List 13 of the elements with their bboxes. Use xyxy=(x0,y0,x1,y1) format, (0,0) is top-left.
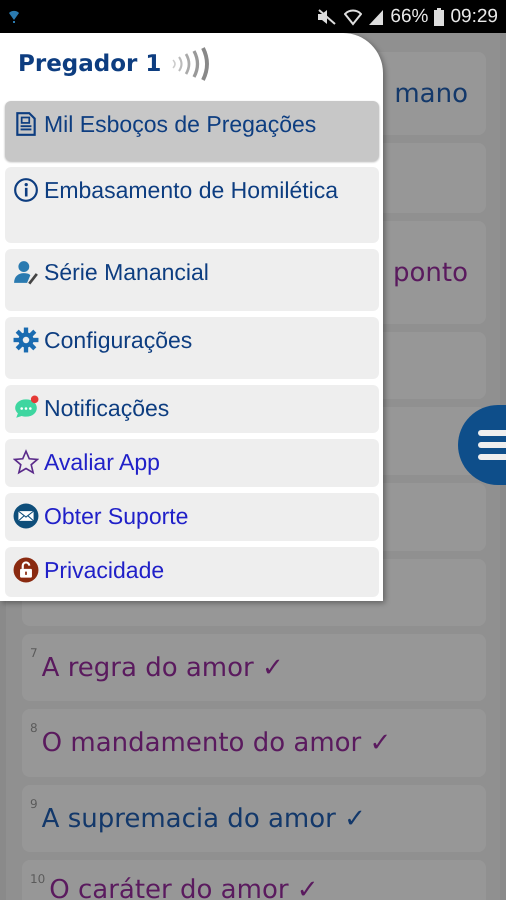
item-title: mano xyxy=(394,78,468,108)
clock: 09:29 xyxy=(450,6,498,28)
item-title: A regra do amor ✓ xyxy=(42,652,284,682)
item-title: ponto xyxy=(393,258,468,288)
item-number: 7 xyxy=(30,646,38,660)
item-title: O mandamento do amor ✓ xyxy=(42,728,392,758)
drawer-title: Pregador 1 xyxy=(18,51,162,77)
item-title: A supremacia do amor ✓ xyxy=(42,804,366,834)
item-number: 10 xyxy=(30,872,46,886)
item-number: 8 xyxy=(30,721,38,735)
battery-percentage: 66% xyxy=(390,6,428,28)
item-number: 9 xyxy=(30,797,38,811)
item-title: O caráter do amor ✓ xyxy=(49,875,319,900)
